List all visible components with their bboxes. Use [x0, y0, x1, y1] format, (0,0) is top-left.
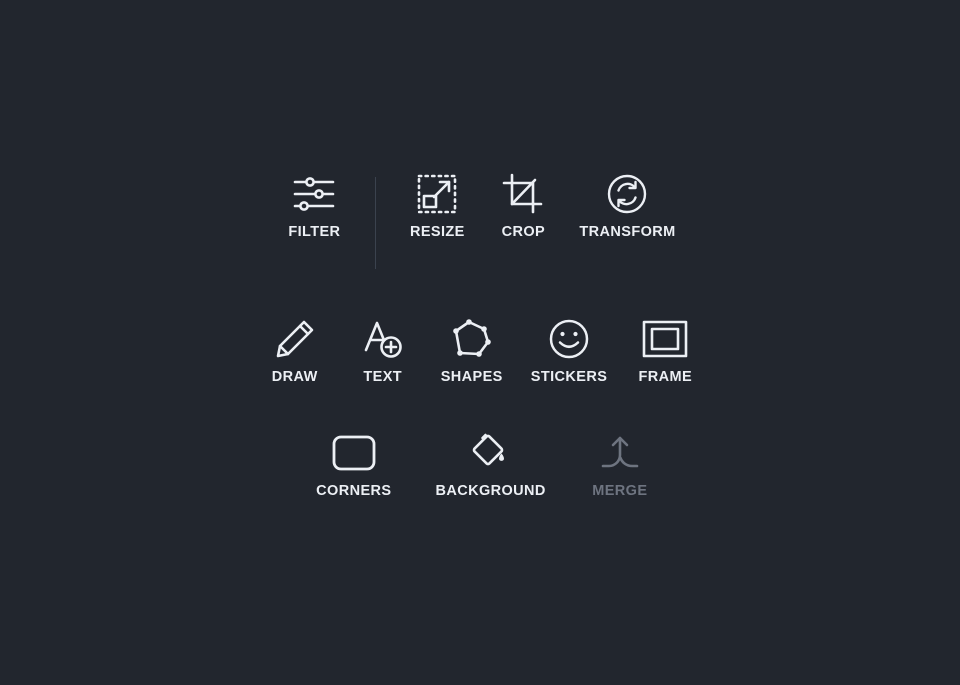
tool-label-stickers: STICKERS — [530, 369, 608, 385]
paint-bucket-icon — [465, 427, 517, 479]
text-add-icon — [357, 313, 409, 365]
tool-row-surface: CORNERS BACKGROUND MERGE — [288, 427, 672, 499]
tool-label-frame: FRAME — [638, 369, 693, 385]
tool-button-merge[interactable]: MERGE — [568, 427, 672, 499]
tool-button-background[interactable]: BACKGROUND — [413, 427, 567, 499]
tool-label-corners: CORNERS — [316, 483, 392, 499]
image-editor-toolbar: FILTER RESIZE CROP TRANSFORM DRAW TEXT S… — [0, 0, 960, 685]
resize-arrow-icon — [411, 168, 463, 220]
sliders-icon — [288, 168, 340, 220]
tool-label-filter: FILTER — [288, 224, 341, 240]
tool-row-creative: DRAW TEXT SHAPES STICKERS FRAME — [251, 313, 710, 385]
pencil-icon — [269, 313, 321, 365]
tool-label-draw: DRAW — [271, 369, 318, 385]
tool-button-transform[interactable]: TRANSFORM — [566, 168, 688, 240]
tool-button-filter[interactable]: FILTER — [271, 168, 357, 240]
tool-label-shapes: SHAPES — [440, 369, 503, 385]
tool-button-text[interactable]: TEXT — [339, 313, 427, 385]
smiley-icon — [543, 313, 595, 365]
tool-label-crop: CROP — [501, 224, 546, 240]
tool-button-resize[interactable]: RESIZE — [394, 168, 480, 240]
tool-label-resize: RESIZE — [409, 224, 465, 240]
rounded-rectangle-icon — [328, 427, 380, 479]
tool-button-frame[interactable]: FRAME — [621, 313, 709, 385]
tool-label-transform: TRANSFORM — [579, 224, 676, 240]
tool-button-corners[interactable]: CORNERS — [294, 427, 413, 499]
tool-button-draw[interactable]: DRAW — [251, 313, 339, 385]
tool-button-stickers[interactable]: STICKERS — [517, 313, 622, 385]
merge-arrow-icon — [594, 427, 646, 479]
polygon-icon — [446, 313, 498, 365]
tool-rows: FILTER RESIZE CROP TRANSFORM DRAW TEXT S… — [251, 168, 710, 499]
picture-frame-icon — [639, 313, 691, 365]
tool-button-shapes[interactable]: SHAPES — [427, 313, 517, 385]
tool-label-background: BACKGROUND — [435, 483, 546, 499]
tool-button-crop[interactable]: CROP — [480, 168, 566, 240]
transform-refresh-icon — [601, 168, 653, 220]
crop-icon — [497, 168, 549, 220]
tool-label-text: TEXT — [363, 369, 403, 385]
tool-row-primary: FILTER RESIZE CROP TRANSFORM — [271, 168, 688, 269]
vertical-divider — [375, 177, 377, 269]
tool-label-merge: MERGE — [592, 483, 648, 499]
